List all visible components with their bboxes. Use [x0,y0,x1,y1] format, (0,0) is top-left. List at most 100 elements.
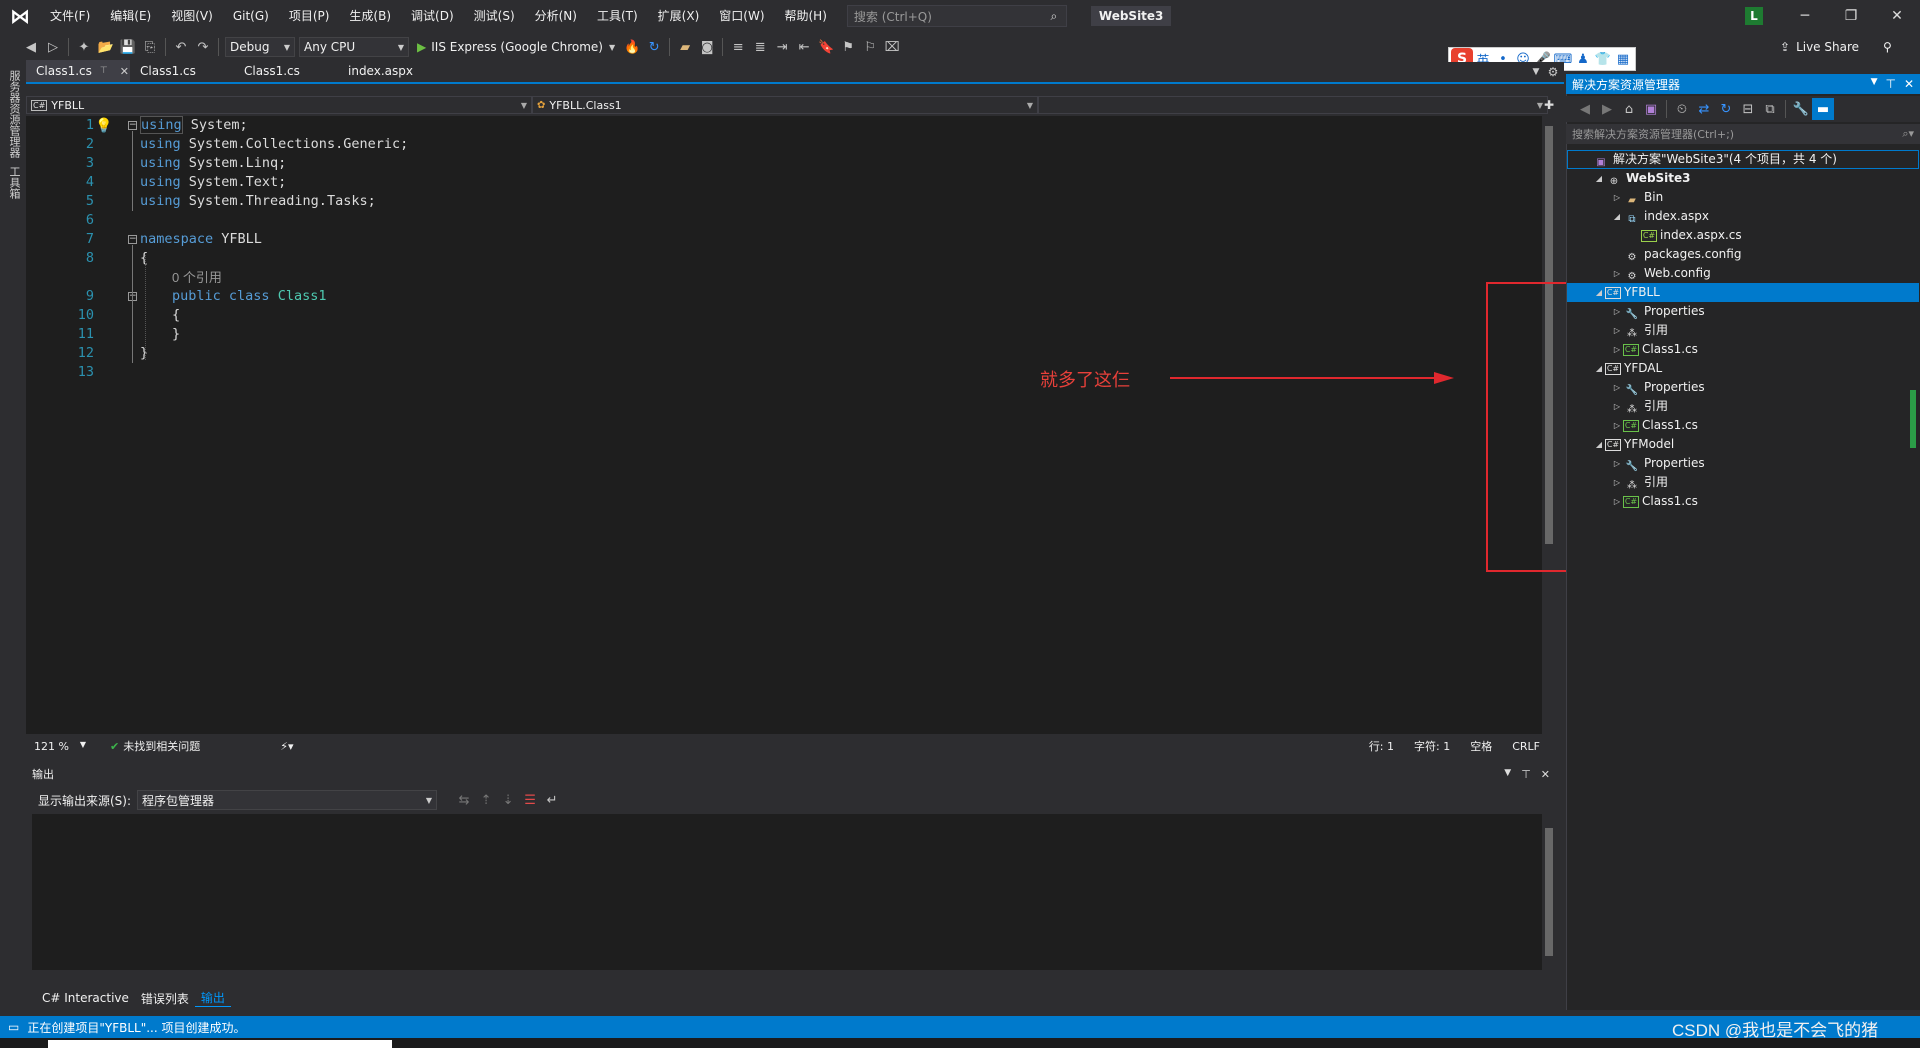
prev-message-icon[interactable]: ⇡ [475,789,497,811]
menu-item[interactable]: Git(G) [223,0,279,32]
word-wrap-icon[interactable]: ↵ [541,789,563,811]
uncomment-icon[interactable]: ≣ [749,36,771,58]
search-input[interactable]: 搜索 (Ctrl+Q) ⌕ [846,5,1067,27]
visual-studio-logo-icon[interactable]: ⋈ [0,0,40,32]
outdent-icon[interactable]: ⇤ [793,36,815,58]
expanded-arrow-icon[interactable]: ◢ [1593,283,1605,302]
save-icon[interactable]: 💾 [117,36,139,58]
split-editor-icon[interactable]: ✚ [1542,96,1556,114]
tree-item[interactable]: ⚙ packages.config [1567,245,1919,264]
tree-item[interactable]: ◢ ⊕ WebSite3 [1567,169,1919,188]
find-message-icon[interactable]: ⇆ [453,789,475,811]
codelens[interactable]: 0 个引用 [172,268,222,287]
menu-item[interactable]: 扩展(X) [648,0,710,32]
preview-icon[interactable]: ▬ [1812,98,1834,120]
tree-item[interactable]: ◢ ⧉ index.aspx [1567,207,1919,226]
menu-item[interactable]: 测试(S) [464,0,525,32]
tree-item[interactable]: ▷ ▰ Bin [1567,188,1919,207]
undo-icon[interactable]: ↶ [170,36,192,58]
zoom-select[interactable]: 121 % ▼ [26,740,86,753]
editor-tab[interactable]: Class1.cs ⊤ ✕ [26,60,130,82]
output-vertical-scrollbar[interactable] [1542,814,1556,970]
bottom-tab[interactable]: C# Interactive [36,991,135,1005]
prev-bookmark-icon[interactable]: ⚑ [837,36,859,58]
editor-tab[interactable]: Class1.cs [234,60,338,82]
user-icon[interactable]: ♟ [1573,52,1593,67]
gear-icon[interactable]: ⚙ [1544,62,1562,82]
scrollbar-thumb[interactable] [1545,828,1553,956]
switch-views-icon[interactable]: ▣ [1640,98,1662,120]
bookmark-icon[interactable]: 🔖 [815,36,837,58]
refresh-icon[interactable]: ↻ [643,36,665,58]
solution-explorer-search[interactable]: 搜索解决方案资源管理器(Ctrl+;) ⌕▾ [1566,124,1920,144]
hot-reload-icon[interactable]: 🔥 [621,36,643,58]
close-icon[interactable]: ✕ [120,65,129,78]
tree-item[interactable]: ▷ 🔧 Properties [1567,454,1919,473]
sync-icon[interactable]: ⇄ [1693,98,1715,120]
home-icon[interactable]: ⌂ [1618,98,1640,120]
new-project-icon[interactable]: ✦ [73,36,95,58]
menu-item[interactable]: 分析(N) [525,0,587,32]
collapsed-arrow-icon[interactable]: ▷ [1611,264,1623,283]
tab-overflow-icon[interactable]: ▼ [1528,62,1544,82]
tree-item[interactable]: ◢ C# YFDAL [1567,359,1919,378]
tree-item[interactable]: ▷ 🔧 Properties [1567,302,1919,321]
menu-item[interactable]: 工具(T) [587,0,648,32]
tree-item[interactable]: C# index.aspx.cs [1567,226,1919,245]
bottom-tab[interactable]: 错误列表 [135,990,195,1007]
folder-icon[interactable]: ▰ [674,36,696,58]
collapsed-arrow-icon[interactable]: ▷ [1611,492,1623,511]
tree-item[interactable]: ▷ ⁂ 引用 [1567,473,1919,492]
user-avatar[interactable]: L [1745,7,1763,25]
restore-icon[interactable]: ❐ [1828,0,1874,32]
configuration-select[interactable]: Debug ▼ [225,37,295,57]
tree-item[interactable]: ▷ ⁂ 引用 [1567,321,1919,340]
tree-item[interactable]: ◢ C# YFBLL [1567,283,1919,302]
tree-item[interactable]: ▷ C# Class1.cs [1567,492,1919,511]
collapsed-arrow-icon[interactable]: ▷ [1611,473,1623,492]
minimize-icon[interactable]: ─ [1782,0,1828,32]
lightbulb-icon[interactable]: 💡 [95,118,112,134]
tree-item[interactable]: ▷ ⁂ 引用 [1567,397,1919,416]
close-icon[interactable]: ✕ [1904,77,1914,91]
back-icon[interactable]: ◀ [1574,98,1596,120]
grid-icon[interactable]: ▦ [1613,52,1633,67]
menu-item[interactable]: 窗口(W) [709,0,774,32]
expanded-arrow-icon[interactable]: ◢ [1611,207,1623,226]
tree-item[interactable]: ▷ C# Class1.cs [1567,416,1919,435]
forward-icon[interactable]: ▶ [1596,98,1618,120]
close-icon[interactable]: ✕ [1541,768,1550,781]
feedback-icon[interactable]: ⚲ [1883,40,1892,54]
live-share-button[interactable]: ⇪ Live Share ⚲ [1780,37,1892,57]
pin-icon[interactable]: ⊤ [1521,768,1531,781]
redo-icon[interactable]: ↷ [192,36,214,58]
line-ending[interactable]: CRLF [1512,740,1540,753]
collapsed-arrow-icon[interactable]: ▷ [1611,321,1623,340]
collapsed-arrow-icon[interactable]: ▷ [1611,188,1623,207]
code-cleanup-icon[interactable]: ⚡▾ [280,740,293,753]
pin-icon[interactable]: ⊤ [1885,77,1895,91]
pending-changes-icon[interactable]: ⏲ [1671,98,1693,120]
indent-icon[interactable]: ⇥ [771,36,793,58]
properties-wrench-icon[interactable]: 🔧 [1790,98,1812,120]
scrollbar-thumb[interactable] [1910,390,1916,448]
output-source-select[interactable]: 程序包管理器 ▼ [137,790,438,810]
clear-bookmarks-icon[interactable]: ⌧ [881,36,903,58]
menu-item[interactable]: 帮助(H) [775,0,837,32]
collapsed-arrow-icon[interactable]: ▷ [1611,340,1623,359]
forward-icon[interactable]: ▷ [42,36,64,58]
close-window-icon[interactable]: ✕ [1874,0,1920,32]
editor-tab[interactable]: index.aspx [338,60,426,82]
bottom-tab[interactable]: 输出 [194,989,231,1007]
menu-item[interactable]: 生成(B) [339,0,401,32]
open-file-icon[interactable]: 📂 [95,36,117,58]
tree-item[interactable]: ▣ 解决方案"WebSite3"(4 个项目，共 4 个) [1567,150,1919,169]
menu-item[interactable]: 调试(D) [401,0,464,32]
comment-icon[interactable]: ≡ [727,36,749,58]
output-text-area[interactable] [32,814,1542,970]
collapsed-arrow-icon[interactable]: ▷ [1611,378,1623,397]
collapse-icon[interactable]: − [128,121,137,130]
show-all-files-icon[interactable]: ⧉ [1759,98,1781,120]
skin-icon[interactable]: 👕 [1593,52,1613,67]
tree-item[interactable]: ▷ 🔧 Properties [1567,378,1919,397]
